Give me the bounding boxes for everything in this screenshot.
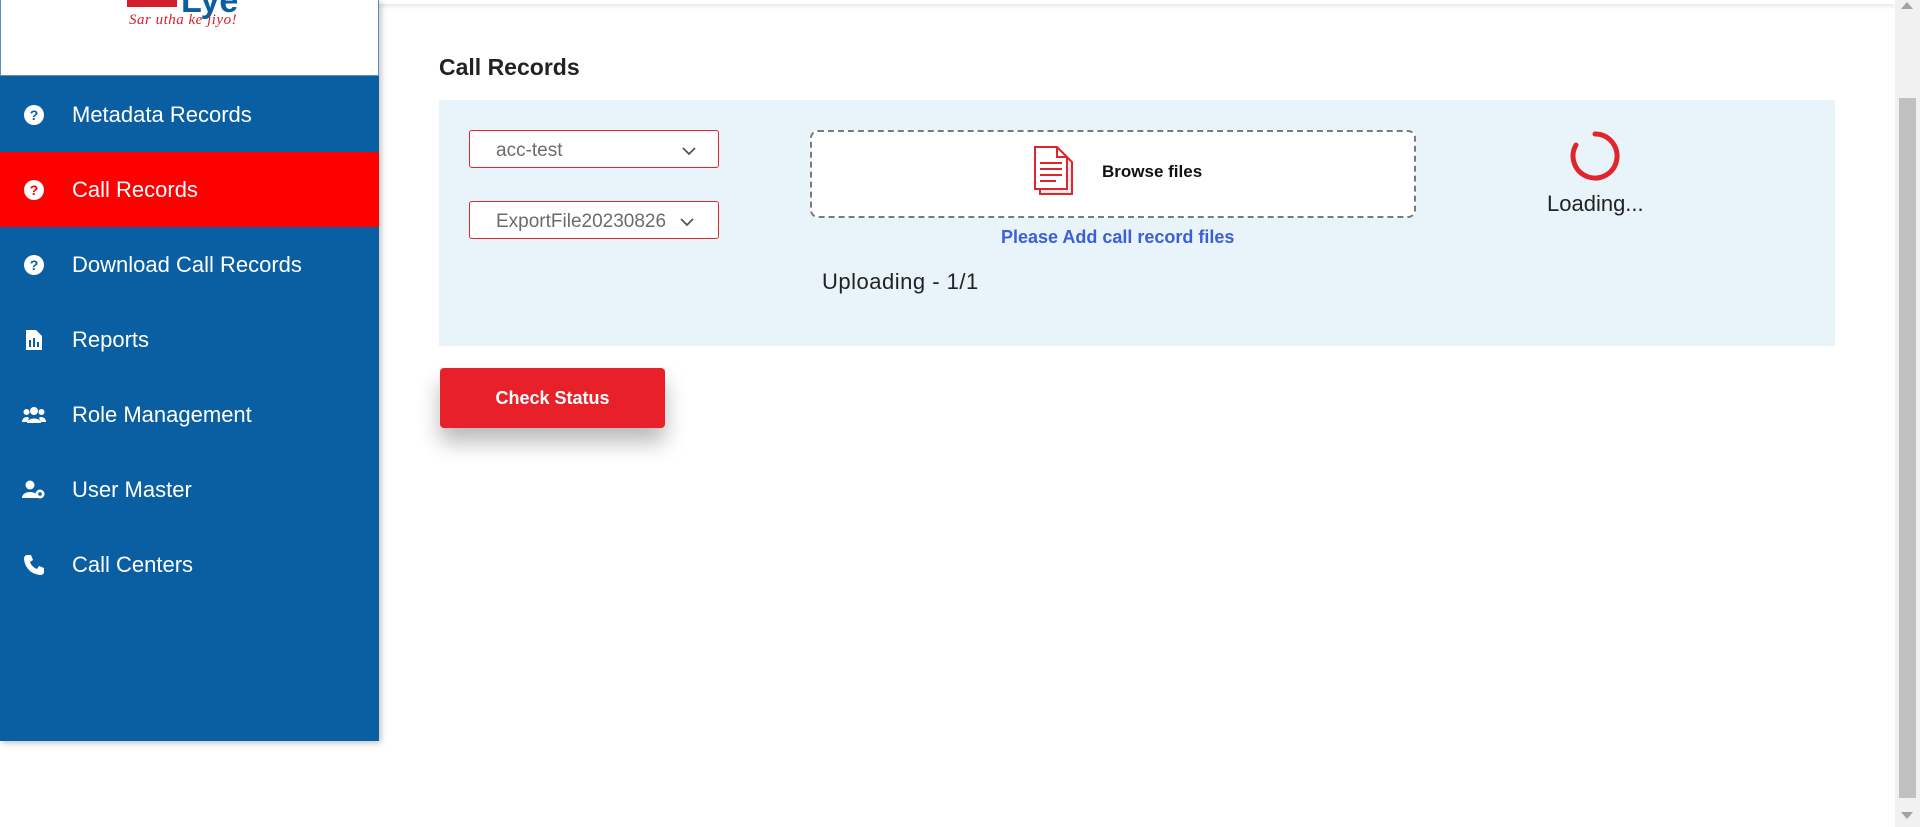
scroll-down-arrow-icon[interactable]: [1901, 812, 1913, 819]
sidebar: Lye Sar utha ke jiyo! ? Metadata Records…: [0, 0, 379, 741]
question-circle-icon: ?: [22, 178, 46, 202]
sidebar-item-user-master[interactable]: User Master: [0, 452, 379, 527]
sidebar-item-label: Reports: [72, 326, 150, 352]
sidebar-item-label: Call Centers: [72, 551, 194, 577]
svg-text:?: ?: [30, 107, 39, 123]
logo-tagline: Sar utha ke jiyo!: [129, 12, 238, 28]
sidebar-item-role-management[interactable]: Role Management: [0, 377, 379, 452]
top-bar: [379, 0, 1895, 4]
logo-mark: [127, 0, 177, 7]
loading-text: Loading...: [1547, 191, 1644, 216]
chevron-down-icon: [680, 214, 694, 232]
browse-files-label[interactable]: Browse files: [1102, 162, 1202, 182]
question-circle-icon: ?: [22, 253, 46, 277]
report-document-icon: [22, 328, 46, 352]
chevron-down-icon: [682, 143, 696, 161]
document-icon: [1032, 144, 1080, 203]
question-circle-icon: ?: [22, 103, 46, 127]
sidebar-nav: ? Metadata Records ? Call Records ? Down…: [0, 77, 379, 602]
vertical-scrollbar[interactable]: [1895, 0, 1920, 827]
account-select[interactable]: acc-test: [469, 130, 719, 168]
sidebar-item-metadata-records[interactable]: ? Metadata Records: [0, 77, 379, 152]
upload-status: Uploading - 1/1: [822, 269, 979, 294]
sidebar-item-label: Role Management: [72, 401, 252, 427]
upload-hint: Please Add call record files: [1001, 227, 1235, 247]
scrollbar-thumb[interactable]: [1899, 98, 1916, 798]
sidebar-item-reports[interactable]: Reports: [0, 302, 379, 377]
loading-spinner-icon: [1569, 130, 1621, 187]
scroll-up-arrow-icon[interactable]: [1901, 2, 1913, 9]
svg-text:?: ?: [30, 182, 39, 198]
sidebar-item-call-centers[interactable]: Call Centers: [0, 527, 379, 602]
account-select-value: acc-test: [496, 140, 563, 161]
file-select[interactable]: ExportFile20230826: [469, 201, 719, 239]
file-dropzone[interactable]: Browse files: [810, 130, 1416, 218]
page-title: Call Records: [439, 54, 580, 80]
user-settings-icon: [22, 478, 46, 502]
svg-text:?: ?: [30, 257, 39, 273]
logo[interactable]: Lye Sar utha ke jiyo!: [0, 0, 379, 76]
sidebar-item-call-records[interactable]: ? Call Records: [0, 152, 379, 227]
sidebar-item-download-call-records[interactable]: ? Download Call Records: [0, 227, 379, 302]
users-group-icon: [22, 403, 46, 427]
check-status-button[interactable]: Check Status: [440, 368, 665, 428]
sidebar-item-label: Download Call Records: [72, 251, 302, 277]
phone-icon: [22, 553, 46, 577]
sidebar-item-label: User Master: [72, 476, 192, 502]
sidebar-item-label: Metadata Records: [72, 101, 252, 127]
file-select-value: ExportFile20230826: [496, 211, 667, 232]
sidebar-item-label: Call Records: [72, 176, 198, 202]
